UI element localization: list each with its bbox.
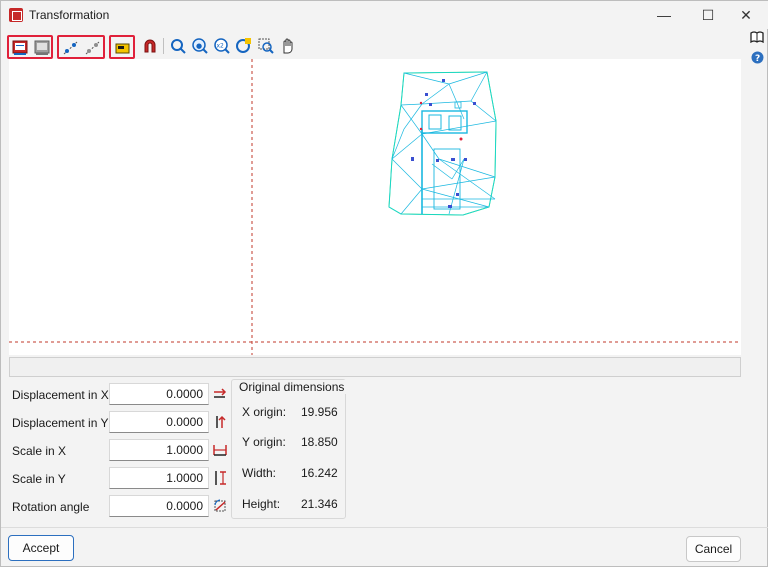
svg-text:?: ? xyxy=(755,54,760,64)
displacement-x-input[interactable]: 0.0000 xyxy=(109,383,209,405)
toolbar: ● x2 xyxy=(7,35,307,59)
transformation-form: Displacement in X 0.0000 Displacement in… xyxy=(1,379,768,529)
height-value: 21.346 xyxy=(301,497,338,511)
zoom-all-icon[interactable]: ● xyxy=(191,37,209,55)
floor-plan-drawing xyxy=(388,71,497,216)
x-origin-label: X origin: xyxy=(242,405,287,419)
status-bar xyxy=(9,357,741,377)
accept-button[interactable]: Accept xyxy=(8,535,74,561)
toolbar-group-points xyxy=(57,35,105,59)
title-bar: Transformation — ☐ ✕ xyxy=(1,1,768,29)
pan-hand-icon[interactable] xyxy=(279,37,297,55)
import-plan-alt-icon[interactable] xyxy=(33,39,51,57)
manual-book-icon[interactable] xyxy=(750,31,764,43)
import-plan-icon[interactable] xyxy=(11,39,29,57)
displacement-x-label: Displacement in X xyxy=(12,388,109,402)
displacement-y-input[interactable]: 0.0000 xyxy=(109,411,209,433)
displacement-y-icon[interactable] xyxy=(213,414,227,430)
target-points-icon[interactable] xyxy=(84,39,102,57)
scale-x-label: Scale in X xyxy=(12,444,67,458)
scale-y-icon[interactable] xyxy=(213,470,227,486)
scale-y-input[interactable]: 1.0000 xyxy=(109,467,209,489)
magnet-icon[interactable] xyxy=(141,37,159,55)
transformation-dialog: Transformation — ☐ ✕ ● x2 ? Displacement… xyxy=(0,0,768,567)
minimize-button[interactable]: — xyxy=(641,1,687,29)
help-icon[interactable]: ? xyxy=(751,51,764,64)
displacement-y-label: Displacement in Y xyxy=(12,416,109,430)
footer-divider xyxy=(1,527,768,528)
app-icon xyxy=(9,8,23,22)
svg-text:●: ● xyxy=(196,42,202,50)
original-dimensions-title: Original dimensions xyxy=(237,380,347,394)
rotation-angle-icon[interactable] xyxy=(213,498,227,514)
rotation-angle-input[interactable]: 0.0000 xyxy=(109,495,209,517)
drawing-canvas[interactable] xyxy=(9,59,741,355)
cancel-button[interactable]: Cancel xyxy=(686,536,741,562)
toolbar-separator xyxy=(163,38,164,54)
scale-x-input[interactable]: 1.0000 xyxy=(109,439,209,461)
side-icon-strip: ? xyxy=(747,31,767,71)
layers-icon[interactable] xyxy=(113,39,131,57)
width-value: 16.242 xyxy=(301,466,338,480)
scale-y-label: Scale in Y xyxy=(12,472,66,486)
zoom-x2-icon[interactable]: x2 xyxy=(213,37,231,55)
close-button[interactable]: ✕ xyxy=(723,1,768,29)
width-label: Width: xyxy=(242,466,277,480)
displacement-x-icon[interactable] xyxy=(213,386,227,402)
svg-text:x2: x2 xyxy=(217,43,225,50)
zoom-window-icon[interactable] xyxy=(257,37,275,55)
reference-points-icon[interactable] xyxy=(62,39,80,57)
plan-preview xyxy=(9,59,741,355)
height-label: Height: xyxy=(242,497,281,511)
rotation-angle-label: Rotation angle xyxy=(12,500,90,514)
zoom-previous-icon[interactable] xyxy=(169,37,187,55)
scale-x-icon[interactable] xyxy=(213,442,227,458)
window-title: Transformation xyxy=(29,8,110,22)
y-origin-label: Y origin: xyxy=(242,435,286,449)
redraw-icon[interactable] xyxy=(235,37,253,55)
x-origin-value: 19.956 xyxy=(301,405,338,419)
toolbar-group-import xyxy=(7,35,53,59)
y-origin-value: 18.850 xyxy=(301,435,338,449)
toolbar-group-layers xyxy=(109,35,135,59)
